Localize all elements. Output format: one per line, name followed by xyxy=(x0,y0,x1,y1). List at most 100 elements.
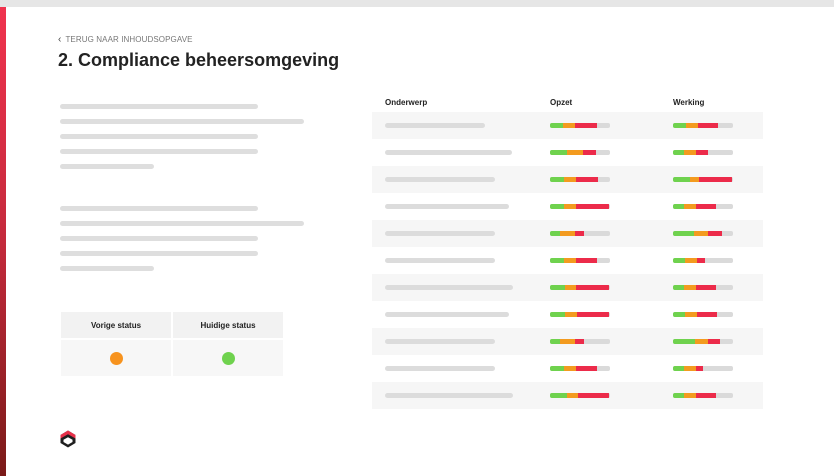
meter-segment-green xyxy=(550,231,561,236)
placeholder-paragraph xyxy=(60,206,304,281)
meter-segment-orange xyxy=(685,258,697,263)
meter-segment-red xyxy=(574,123,597,128)
meter-segment-green xyxy=(673,285,684,290)
status-meter xyxy=(550,123,610,128)
placeholder-text-line xyxy=(60,266,154,271)
werking-cell xyxy=(673,366,763,371)
meter-segment-red xyxy=(697,312,717,317)
previous-status-indicator xyxy=(109,351,123,365)
table-row[interactable] xyxy=(372,247,763,274)
table-row[interactable] xyxy=(372,301,763,328)
subject-cell xyxy=(372,204,550,209)
meter-segment-red xyxy=(575,285,609,290)
subject-column-header: Onderwerp xyxy=(385,97,428,107)
meter-segment-orange xyxy=(685,312,697,317)
table-row[interactable] xyxy=(372,166,763,193)
page-title: 2. Compliance beheersomgeving xyxy=(58,50,340,70)
meter-segment-red xyxy=(577,312,609,317)
opzet-cell xyxy=(550,366,673,371)
werking-cell xyxy=(673,150,763,155)
placeholder-text-line xyxy=(60,134,258,139)
subject-cell xyxy=(372,339,550,344)
meter-segment-orange xyxy=(563,204,576,209)
meter-segment-red xyxy=(575,204,609,209)
meter-segment-red xyxy=(575,177,598,182)
werking-cell xyxy=(673,204,763,209)
meter-segment-orange xyxy=(565,285,576,290)
subject-cell xyxy=(372,366,550,371)
subject-table: Onderwerp Opzet Werking xyxy=(372,92,763,409)
status-meter xyxy=(673,150,733,155)
meter-segment-orange xyxy=(686,123,699,128)
opzet-cell xyxy=(550,312,673,317)
placeholder-text-line xyxy=(385,177,495,182)
placeholder-text-line xyxy=(385,312,509,317)
meter-segment-orange xyxy=(563,123,575,128)
status-table: Vorige status Huidige status xyxy=(61,312,283,376)
werking-cell xyxy=(673,339,763,344)
subject-cell xyxy=(372,285,550,290)
table-row[interactable] xyxy=(372,355,763,382)
current-status-header: Huidige status xyxy=(173,312,283,338)
meter-segment-green xyxy=(673,123,687,128)
subject-cell xyxy=(372,258,550,263)
meter-segment-green xyxy=(550,366,564,371)
meter-segment-green xyxy=(673,150,684,155)
meter-segment-green xyxy=(673,258,685,263)
back-link-label: TERUG NAAR INHOUDSOPGAVE xyxy=(65,35,193,44)
subject-cell xyxy=(372,123,550,128)
meter-segment-orange xyxy=(683,285,696,290)
status-meter xyxy=(673,393,733,398)
meter-segment-green xyxy=(673,312,685,317)
placeholder-text-line xyxy=(385,285,513,290)
meter-segment-orange xyxy=(683,204,696,209)
accent-bar xyxy=(0,7,6,476)
opzet-cell xyxy=(550,231,673,236)
table-body xyxy=(372,112,763,409)
back-to-toc-link[interactable]: ‹ TERUG NAAR INHOUDSOPGAVE xyxy=(58,34,193,44)
meter-segment-red xyxy=(577,393,609,398)
table-row[interactable] xyxy=(372,112,763,139)
placeholder-text-line xyxy=(60,221,304,226)
table-row[interactable] xyxy=(372,220,763,247)
meter-segment-red xyxy=(699,177,733,182)
meter-segment-red xyxy=(697,258,705,263)
werking-cell xyxy=(673,123,763,128)
opzet-cell xyxy=(550,204,673,209)
meter-segment-green xyxy=(550,393,567,398)
meter-segment-red xyxy=(707,231,722,236)
werking-cell xyxy=(673,231,763,236)
meter-segment-orange xyxy=(565,312,577,317)
current-status-cell xyxy=(173,340,283,376)
opzet-cell xyxy=(550,285,673,290)
table-row[interactable] xyxy=(372,193,763,220)
table-row[interactable] xyxy=(372,328,763,355)
status-meter xyxy=(550,258,610,263)
status-meter xyxy=(673,312,733,317)
meter-segment-green xyxy=(673,339,696,344)
company-logo-icon xyxy=(60,430,76,448)
subject-cell xyxy=(372,150,550,155)
placeholder-text-line xyxy=(60,164,154,169)
previous-status-header: Vorige status xyxy=(61,312,171,338)
meter-segment-orange xyxy=(683,150,696,155)
meter-segment-green xyxy=(550,123,564,128)
table-row[interactable] xyxy=(372,382,763,409)
meter-segment-red xyxy=(575,258,597,263)
placeholder-text-line xyxy=(60,104,258,109)
status-meter xyxy=(673,285,733,290)
table-row[interactable] xyxy=(372,139,763,166)
previous-status-cell xyxy=(61,340,171,376)
status-meter xyxy=(550,150,610,155)
opzet-cell xyxy=(550,177,673,182)
status-meter xyxy=(673,204,733,209)
placeholder-text-line xyxy=(385,339,495,344)
status-meter xyxy=(673,339,733,344)
meter-segment-orange xyxy=(683,393,696,398)
meter-segment-green xyxy=(550,339,561,344)
meter-segment-orange xyxy=(563,258,576,263)
meter-segment-orange xyxy=(563,177,576,182)
meter-segment-green xyxy=(550,312,565,317)
table-row[interactable] xyxy=(372,274,763,301)
status-meter xyxy=(550,339,610,344)
